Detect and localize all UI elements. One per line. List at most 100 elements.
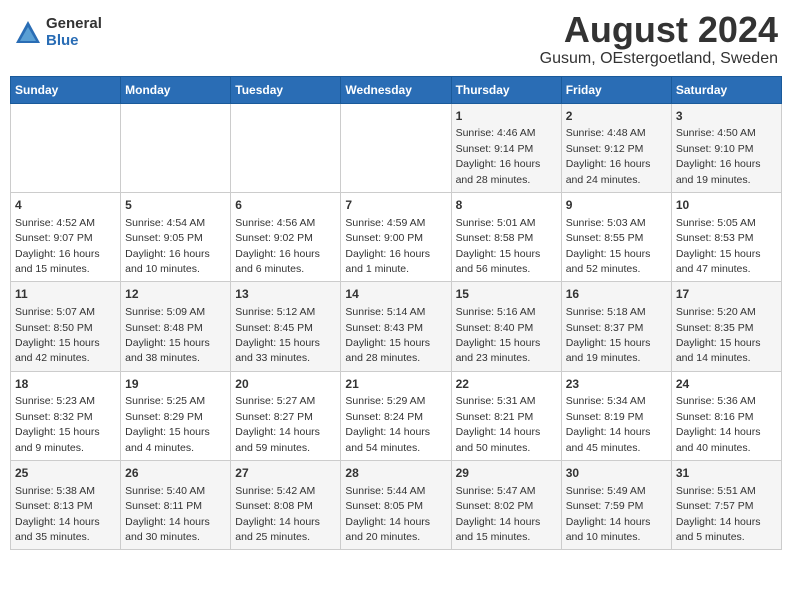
day-number: 9 [566,197,667,214]
calendar-cell: 25 Sunrise: 5:38 AM Sunset: 8:13 PM Dayli… [11,461,121,550]
day-number: 16 [566,286,667,303]
calendar-cell: 17 Sunrise: 5:20 AM Sunset: 8:35 PM Dayli… [671,282,781,371]
week-row-4: 18Sunrise: 5:23 AM Sunset: 8:32 PM Dayli… [11,371,782,460]
day-number: 31 [676,465,777,482]
calendar-cell: 5 Sunrise: 4:54 AM Sunset: 9:05 PM Daylig… [121,192,231,281]
day-number: 2 [566,108,667,125]
day-info: Sunrise: 5:01 AM Sunset: 8:58 PM Dayligh… [456,217,541,275]
calendar-cell: 29Sunrise: 5:47 AM Sunset: 8:02 PM Dayli… [451,461,561,550]
day-info: Sunrise: 5:09 AM Sunset: 8:48 PM Dayligh… [125,306,210,364]
header-day-saturday: Saturday [671,76,781,103]
header-day-thursday: Thursday [451,76,561,103]
day-info: Sunrise: 5:40 AM Sunset: 8:11 PM Dayligh… [125,485,210,543]
week-row-5: 25 Sunrise: 5:38 AM Sunset: 8:13 PM Dayli… [11,461,782,550]
day-number: 28 [345,465,446,482]
day-number: 13 [235,286,336,303]
day-info: Sunrise: 5:42 AM Sunset: 8:08 PM Dayligh… [235,485,320,543]
calendar-cell: 21Sunrise: 5:29 AM Sunset: 8:24 PM Dayli… [341,371,451,460]
calendar-cell: 13 Sunrise: 5:12 AM Sunset: 8:45 PM Dayli… [231,282,341,371]
calendar-cell: 7 Sunrise: 4:59 AM Sunset: 9:00 PM Daylig… [341,192,451,281]
day-info: Sunrise: 5:25 AM Sunset: 8:29 PM Dayligh… [125,395,210,453]
title-block: August 2024 Gusum, OEstergoetland, Swede… [540,10,778,68]
day-number: 24 [676,376,777,393]
calendar-table: SundayMondayTuesdayWednesdayThursdayFrid… [10,76,782,551]
day-number: 30 [566,465,667,482]
calendar-header: SundayMondayTuesdayWednesdayThursdayFrid… [11,76,782,103]
day-number: 8 [456,197,557,214]
day-number: 11 [15,286,116,303]
calendar-cell: 4Sunrise: 4:52 AM Sunset: 9:07 PM Daylig… [11,192,121,281]
day-info: Sunrise: 5:05 AM Sunset: 8:53 PM Dayligh… [676,217,761,275]
header-day-sunday: Sunday [11,76,121,103]
calendar-title: August 2024 [540,10,778,50]
logo-icon [14,19,42,47]
calendar-cell: 31Sunrise: 5:51 AM Sunset: 7:57 PM Dayli… [671,461,781,550]
day-info: Sunrise: 5:23 AM Sunset: 8:32 PM Dayligh… [15,395,100,453]
calendar-cell: 16 Sunrise: 5:18 AM Sunset: 8:37 PM Dayli… [561,282,671,371]
day-number: 5 [125,197,226,214]
day-info: Sunrise: 4:56 AM Sunset: 9:02 PM Dayligh… [235,217,320,275]
day-info: Sunrise: 4:59 AM Sunset: 9:00 PM Dayligh… [345,217,430,275]
calendar-cell [341,103,451,192]
day-number: 6 [235,197,336,214]
day-number: 17 [676,286,777,303]
day-info: Sunrise: 5:07 AM Sunset: 8:50 PM Dayligh… [15,306,100,364]
day-info: Sunrise: 5:16 AM Sunset: 8:40 PM Dayligh… [456,306,541,364]
calendar-cell [11,103,121,192]
calendar-cell: 27 Sunrise: 5:42 AM Sunset: 8:08 PM Dayli… [231,461,341,550]
calendar-cell: 9 Sunrise: 5:03 AM Sunset: 8:55 PM Daylig… [561,192,671,281]
day-info: Sunrise: 5:49 AM Sunset: 7:59 PM Dayligh… [566,485,651,543]
calendar-cell: 20Sunrise: 5:27 AM Sunset: 8:27 PM Dayli… [231,371,341,460]
logo: General Blue [14,16,102,49]
day-info: Sunrise: 5:18 AM Sunset: 8:37 PM Dayligh… [566,306,651,364]
day-info: Sunrise: 4:48 AM Sunset: 9:12 PM Dayligh… [566,127,651,185]
day-number: 3 [676,108,777,125]
day-number: 10 [676,197,777,214]
day-info: Sunrise: 5:03 AM Sunset: 8:55 PM Dayligh… [566,217,651,275]
calendar-cell: 19Sunrise: 5:25 AM Sunset: 8:29 PM Dayli… [121,371,231,460]
header-row: SundayMondayTuesdayWednesdayThursdayFrid… [11,76,782,103]
day-number: 7 [345,197,446,214]
day-info: Sunrise: 5:38 AM Sunset: 8:13 PM Dayligh… [15,485,100,543]
calendar-body: 1Sunrise: 4:46 AM Sunset: 9:14 PM Daylig… [11,103,782,550]
day-info: Sunrise: 4:54 AM Sunset: 9:05 PM Dayligh… [125,217,210,275]
calendar-cell: 26Sunrise: 5:40 AM Sunset: 8:11 PM Dayli… [121,461,231,550]
day-info: Sunrise: 5:34 AM Sunset: 8:19 PM Dayligh… [566,395,651,453]
calendar-cell [121,103,231,192]
calendar-subtitle: Gusum, OEstergoetland, Sweden [540,50,778,68]
day-info: Sunrise: 5:14 AM Sunset: 8:43 PM Dayligh… [345,306,430,364]
calendar-cell: 18Sunrise: 5:23 AM Sunset: 8:32 PM Dayli… [11,371,121,460]
calendar-cell: 8 Sunrise: 5:01 AM Sunset: 8:58 PM Daylig… [451,192,561,281]
header-day-tuesday: Tuesday [231,76,341,103]
day-number: 27 [235,465,336,482]
calendar-cell: 10 Sunrise: 5:05 AM Sunset: 8:53 PM Dayli… [671,192,781,281]
day-info: Sunrise: 5:36 AM Sunset: 8:16 PM Dayligh… [676,395,761,453]
header-day-monday: Monday [121,76,231,103]
day-info: Sunrise: 5:29 AM Sunset: 8:24 PM Dayligh… [345,395,430,453]
day-number: 14 [345,286,446,303]
page-header: General Blue August 2024 Gusum, OEstergo… [10,10,782,68]
week-row-2: 4Sunrise: 4:52 AM Sunset: 9:07 PM Daylig… [11,192,782,281]
day-info: Sunrise: 5:20 AM Sunset: 8:35 PM Dayligh… [676,306,761,364]
day-number: 29 [456,465,557,482]
day-number: 20 [235,376,336,393]
calendar-cell: 11 Sunrise: 5:07 AM Sunset: 8:50 PM Dayli… [11,282,121,371]
day-number: 23 [566,376,667,393]
calendar-cell: 3Sunrise: 4:50 AM Sunset: 9:10 PM Daylig… [671,103,781,192]
week-row-3: 11 Sunrise: 5:07 AM Sunset: 8:50 PM Dayli… [11,282,782,371]
day-number: 25 [15,465,116,482]
day-number: 22 [456,376,557,393]
calendar-cell: 30 Sunrise: 5:49 AM Sunset: 7:59 PM Dayli… [561,461,671,550]
week-row-1: 1Sunrise: 4:46 AM Sunset: 9:14 PM Daylig… [11,103,782,192]
day-info: Sunrise: 4:46 AM Sunset: 9:14 PM Dayligh… [456,127,541,185]
calendar-cell: 2 Sunrise: 4:48 AM Sunset: 9:12 PM Daylig… [561,103,671,192]
calendar-cell: 14 Sunrise: 5:14 AM Sunset: 8:43 PM Dayli… [341,282,451,371]
header-day-wednesday: Wednesday [341,76,451,103]
day-info: Sunrise: 5:44 AM Sunset: 8:05 PM Dayligh… [345,485,430,543]
day-number: 15 [456,286,557,303]
day-info: Sunrise: 5:12 AM Sunset: 8:45 PM Dayligh… [235,306,320,364]
header-day-friday: Friday [561,76,671,103]
day-info: Sunrise: 4:52 AM Sunset: 9:07 PM Dayligh… [15,217,100,275]
calendar-cell: 6 Sunrise: 4:56 AM Sunset: 9:02 PM Daylig… [231,192,341,281]
calendar-cell: 12Sunrise: 5:09 AM Sunset: 8:48 PM Dayli… [121,282,231,371]
